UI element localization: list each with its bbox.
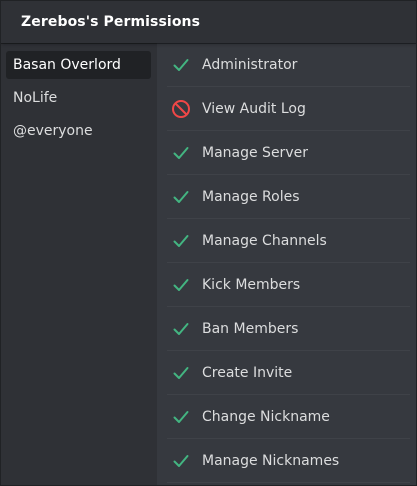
role-item-basan-overlord[interactable]: Basan Overlord [6, 51, 151, 79]
permission-row: Manage Nicknames [167, 439, 410, 483]
modal-title: Zerebos's Permissions [21, 14, 201, 30]
check-icon [169, 141, 193, 165]
permission-row: Manage Roles [167, 175, 410, 219]
permission-row: Kick Members [167, 263, 410, 307]
permission-row: Create Invite [167, 351, 410, 395]
permission-row: Administrator [167, 43, 410, 87]
permission-label: View Audit Log [202, 100, 306, 117]
denied-icon [169, 97, 193, 121]
permission-label: Create Invite [202, 364, 293, 381]
check-icon [169, 317, 193, 341]
check-icon [169, 361, 193, 385]
check-icon [169, 185, 193, 209]
permission-label: Kick Members [202, 276, 301, 293]
permissions-modal: Zerebos's Permissions Basan Overlord NoL… [0, 0, 417, 486]
role-item-nolife[interactable]: NoLife [6, 84, 151, 112]
permission-label: Ban Members [202, 320, 299, 337]
modal-header: Zerebos's Permissions [1, 1, 416, 43]
permission-row: Ban Members [167, 307, 410, 351]
permission-label: Manage Roles [202, 188, 300, 205]
check-icon [169, 273, 193, 297]
permission-label: Manage Server [202, 144, 308, 161]
check-icon [169, 405, 193, 429]
permission-label: Manage Channels [202, 232, 327, 249]
permission-row: Change Nickname [167, 395, 410, 439]
check-icon [169, 229, 193, 253]
permission-list: Administrator View Audit Log Manage Serv… [157, 43, 416, 485]
role-item-everyone[interactable]: @everyone [6, 117, 151, 145]
modal-body: Basan Overlord NoLife @everyone Administ… [1, 43, 416, 485]
permission-label: Manage Nicknames [202, 452, 340, 469]
permission-row: View Audit Log [167, 87, 410, 131]
permission-row: Manage Server [167, 131, 410, 175]
check-icon [169, 53, 193, 77]
permission-label: Administrator [202, 56, 298, 73]
role-list: Basan Overlord NoLife @everyone [1, 43, 157, 485]
permission-row: Manage Channels [167, 219, 410, 263]
permission-label: Change Nickname [202, 408, 330, 425]
check-icon [169, 449, 193, 473]
